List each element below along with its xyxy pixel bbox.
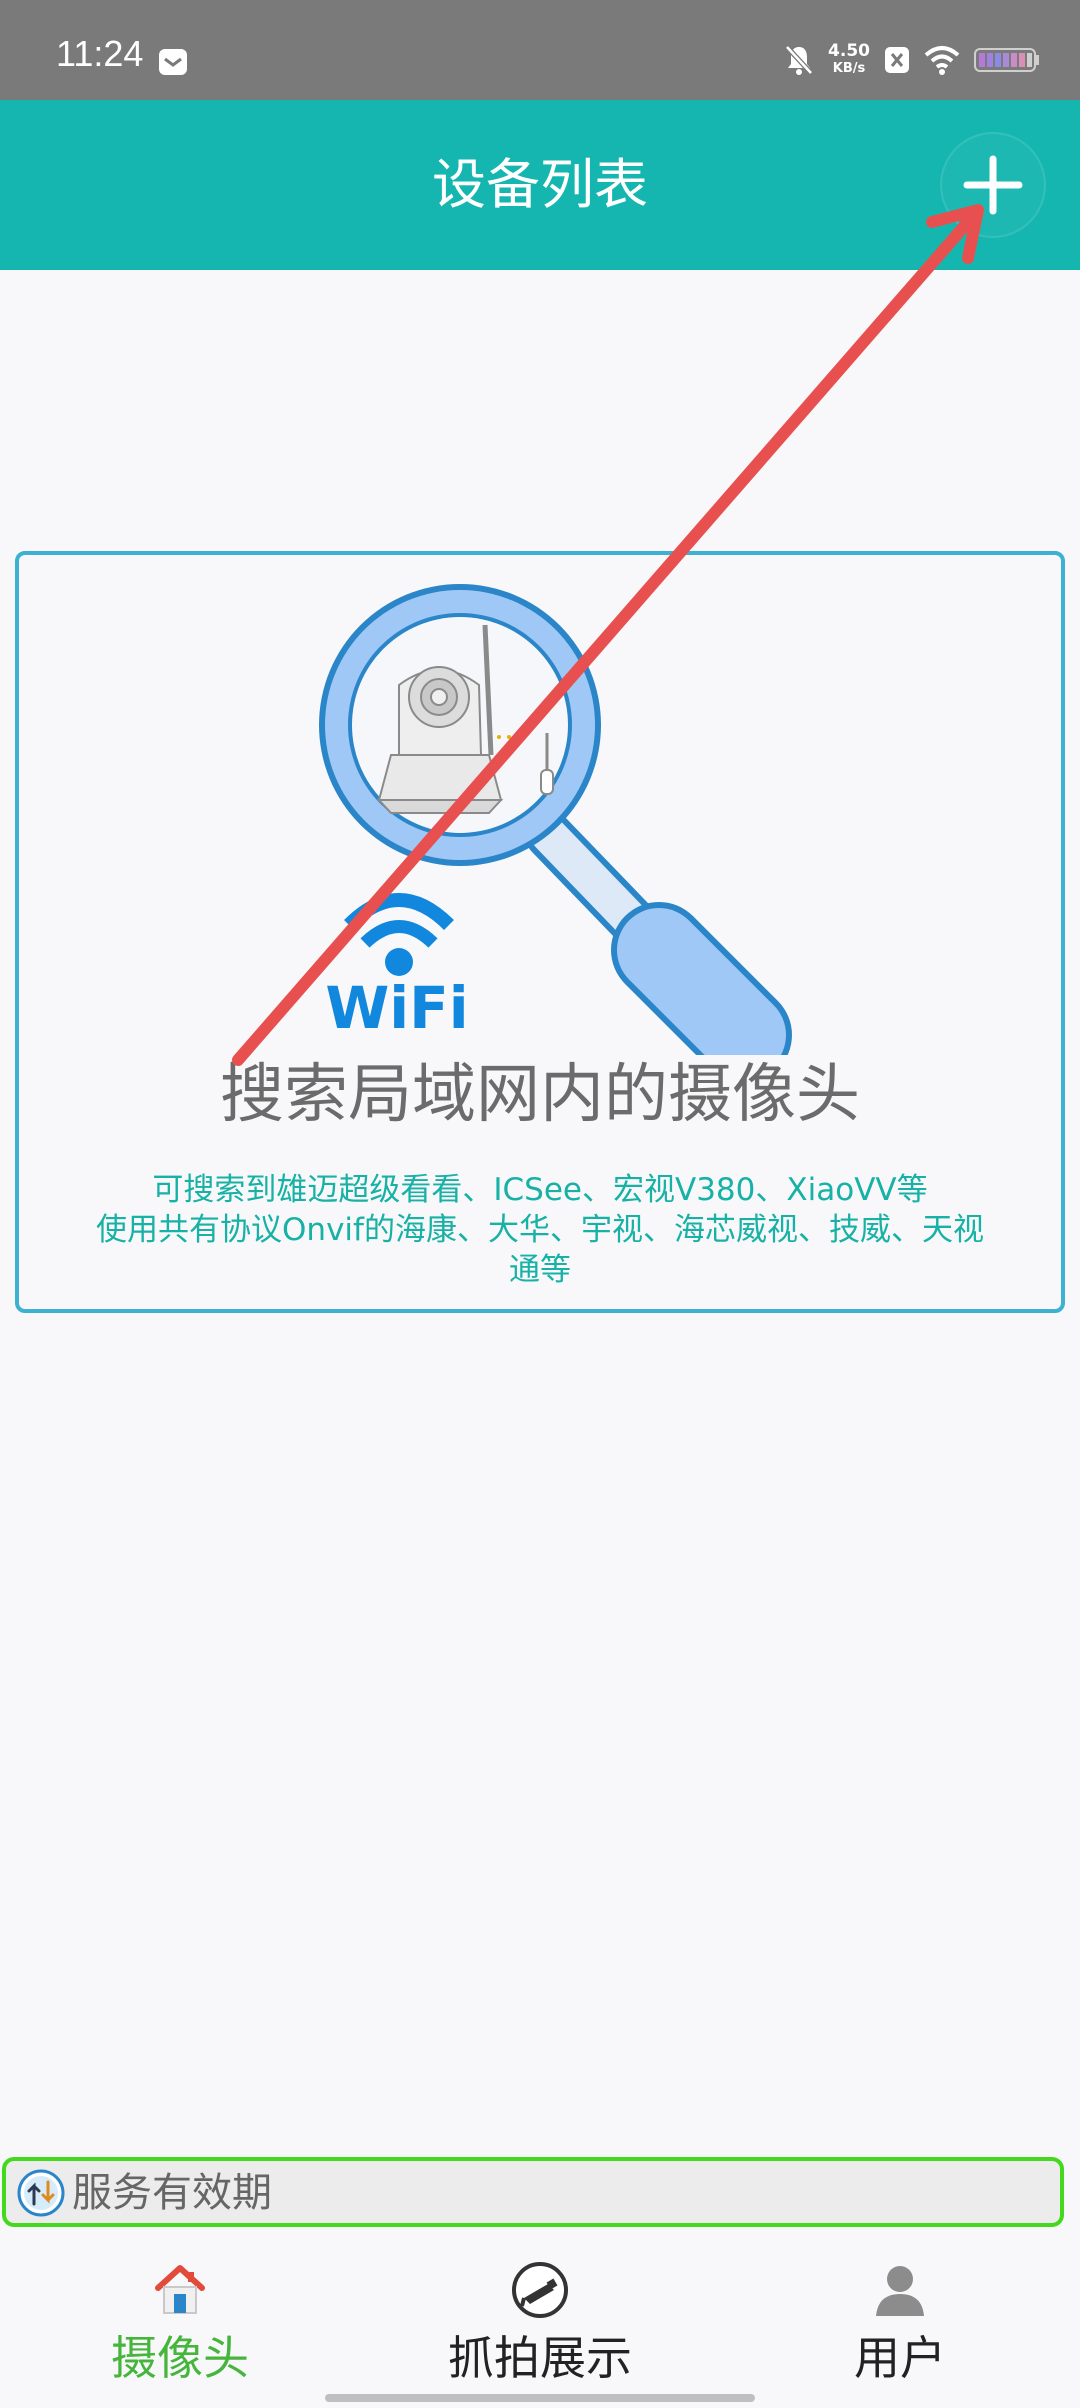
search-card-description: 可搜索到雄迈超级看看、ICSee、宏视V380、XiaoVV等 使用共有协议On…: [39, 1170, 1041, 1290]
user-icon: [876, 2266, 924, 2316]
wifi-signal-icon: [924, 45, 960, 75]
nav-item-snapshot[interactable]: 抓拍展示: [390, 2236, 690, 2408]
message-icon: [159, 49, 187, 75]
description-line-3: 通等: [509, 1252, 571, 1288]
plus-icon: [963, 155, 1023, 215]
mute-icon: [784, 44, 814, 76]
home-icon: [155, 2265, 205, 2314]
service-validity-bar[interactable]: 服务有效期: [2, 2157, 1064, 2227]
camera-icon: [512, 2262, 568, 2318]
status-time: 11:24: [56, 33, 144, 74]
search-camera-illustration: WiFi: [319, 584, 792, 1055]
status-bar: 11:24 4.50 KB/s: [0, 0, 1080, 100]
nav-label-snapshot: 抓拍展示: [448, 2331, 632, 2385]
status-icons: 4.50 KB/s: [784, 40, 1040, 80]
nav-item-user[interactable]: 用户: [750, 2236, 1050, 2408]
add-device-button[interactable]: [940, 132, 1046, 238]
close-box-icon: [884, 45, 910, 75]
search-lan-card[interactable]: WiFi 搜索局域网内的摄像头 可搜索到雄迈超级看看、ICSee、宏视V380、…: [15, 551, 1065, 1313]
nav-label-user: 用户: [854, 2331, 946, 2385]
description-line-2: 使用共有协议Onvif的海康、大华、宇视、海芯威视、技威、天视: [96, 1212, 984, 1248]
app-header: 设备列表: [0, 100, 1080, 270]
service-icon: [17, 2169, 65, 2217]
search-card-title: 搜索局域网内的摄像头: [220, 1058, 860, 1132]
wifi-text: WiFi: [325, 974, 468, 1042]
net-speed: 4.50 KB/s: [828, 42, 870, 78]
home-indicator[interactable]: [325, 2394, 755, 2402]
nav-label-camera: 摄像头: [111, 2331, 249, 2385]
service-validity-label: 服务有效期: [72, 2170, 272, 2216]
magnifier-handle: [611, 902, 792, 1055]
net-speed-value: 4.50: [828, 41, 870, 61]
battery-icon: [974, 46, 1040, 74]
wifi-icon: [344, 893, 454, 976]
nav-item-camera[interactable]: 摄像头: [30, 2236, 330, 2408]
page-title: 设备列表: [432, 153, 648, 216]
description-line-1: 可搜索到雄迈超级看看、ICSee、宏视V380、XiaoVV等: [152, 1172, 928, 1208]
bottom-nav: 摄像头 抓拍展示 用户: [0, 2236, 1080, 2408]
net-speed-unit: KB/s: [832, 61, 866, 76]
